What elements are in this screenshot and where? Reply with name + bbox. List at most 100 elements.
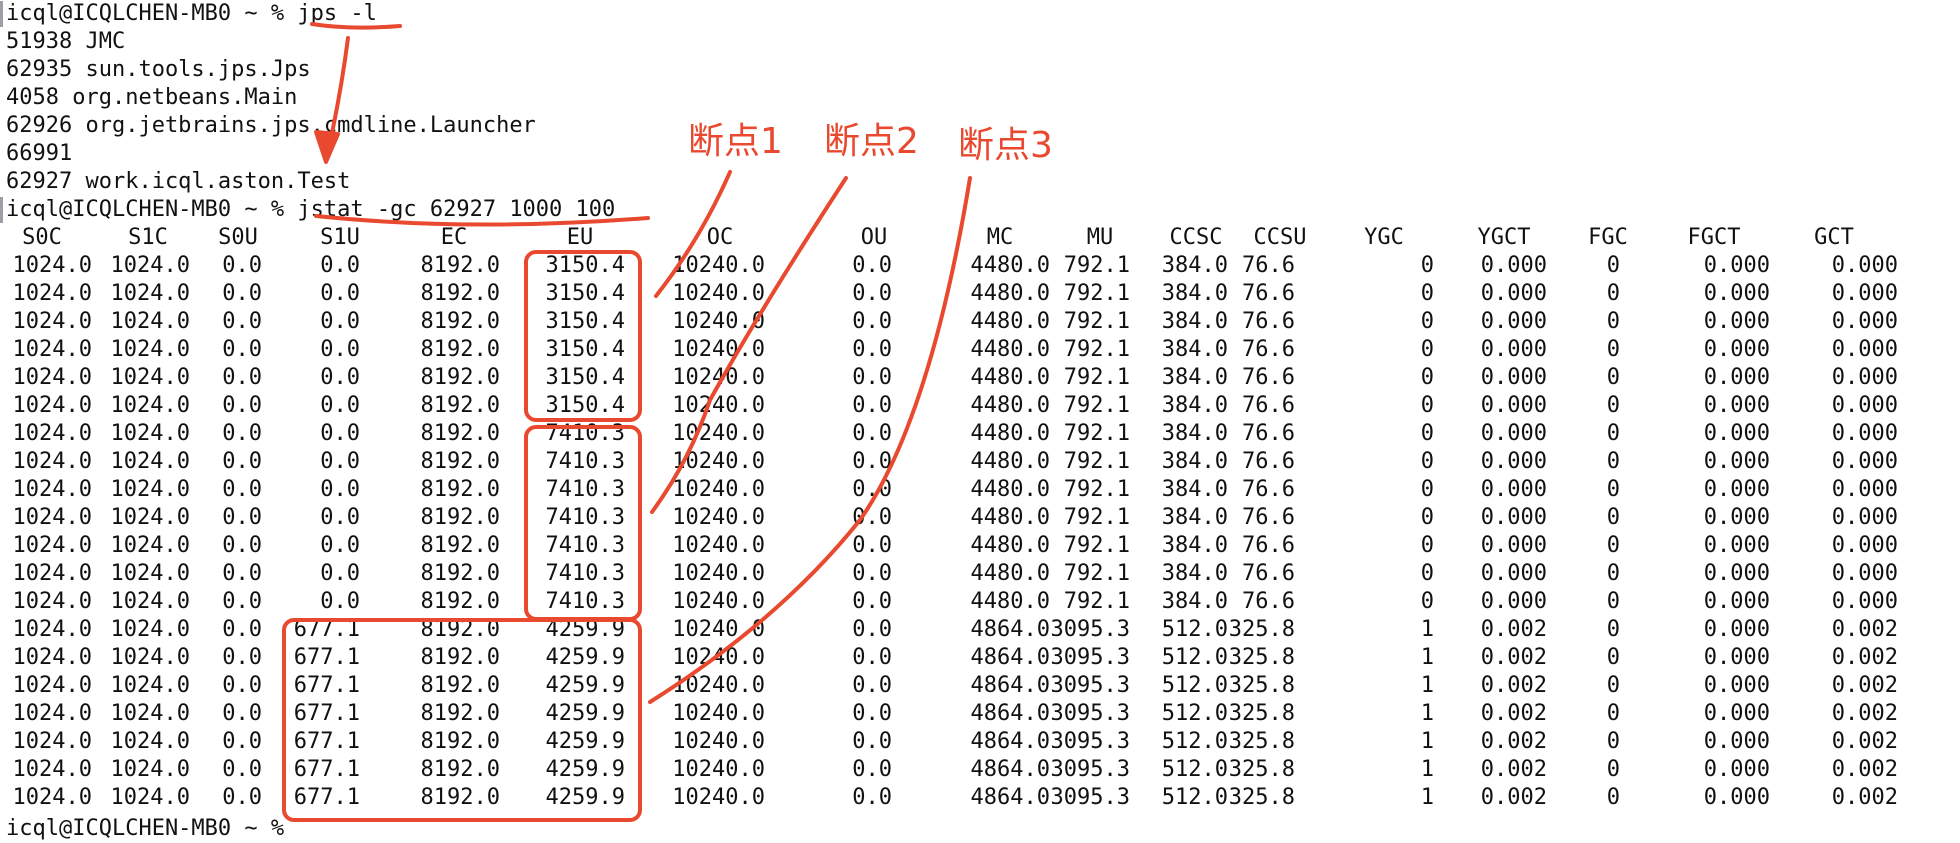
- table-cell: 1024.0: [12, 673, 92, 698]
- table-cell: 10240.0: [672, 673, 765, 698]
- table-cell: 0.0: [222, 449, 262, 474]
- table-cell: 0.002: [1831, 729, 1898, 754]
- column-header-ygct: YGCT: [1477, 225, 1531, 250]
- table-cell: 792.1: [1063, 449, 1130, 474]
- table-cell: 1024.0: [12, 533, 92, 558]
- table-cell: 0.0: [222, 757, 262, 782]
- table-cell: 0.000: [1831, 281, 1898, 306]
- table-cell: 0.0: [320, 533, 360, 558]
- table-cell: 76.6: [1242, 477, 1295, 502]
- table-cell: 384.0: [1161, 337, 1228, 362]
- table-cell: 76.6: [1242, 393, 1295, 418]
- table-cell: 0.0: [320, 589, 360, 614]
- table-cell: 0: [1606, 729, 1620, 754]
- table-cell: 0.000: [1703, 561, 1770, 586]
- table-cell: 0.0: [222, 477, 262, 502]
- table-cell: 0.0: [852, 281, 892, 306]
- table-cell: 4480.0: [970, 533, 1050, 558]
- table-cell: 677.1: [293, 645, 360, 670]
- table-cell: 512.0: [1161, 701, 1228, 726]
- output-line: 4058 org.netbeans.Main: [6, 85, 298, 110]
- table-cell: 0.002: [1480, 701, 1547, 726]
- table-cell: 512.0: [1161, 785, 1228, 810]
- table-cell: 1024.0: [110, 785, 190, 810]
- table-cell: 4864.0: [970, 617, 1050, 642]
- column-header-eu: EU: [566, 225, 594, 250]
- table-cell: 792.1: [1063, 533, 1130, 558]
- table-cell: 1024.0: [12, 421, 92, 446]
- table-cell: 325.8: [1228, 673, 1295, 698]
- table-cell: 325.8: [1228, 645, 1295, 670]
- table-cell: 0.0: [222, 561, 262, 586]
- table-cell: 792.1: [1063, 421, 1130, 446]
- table-cell: 0: [1606, 757, 1620, 782]
- table-cell: 10240.0: [672, 393, 765, 418]
- table-cell: 10240.0: [672, 645, 765, 670]
- table-cell: 76.6: [1242, 421, 1295, 446]
- table-cell: 8192.0: [420, 785, 500, 810]
- table-cell: 7410.3: [545, 421, 625, 446]
- table-cell: 0.000: [1703, 477, 1770, 502]
- table-cell: 8192.0: [420, 505, 500, 530]
- table-cell: 0.000: [1831, 393, 1898, 418]
- table-cell: 677.1: [293, 673, 360, 698]
- table-cell: 1: [1420, 645, 1434, 670]
- table-cell: 8192.0: [420, 757, 500, 782]
- table-cell: 3150.4: [545, 309, 625, 334]
- table-cell: 0.0: [852, 253, 892, 278]
- table-cell: 0.0: [222, 281, 262, 306]
- table-cell: 0.000: [1703, 421, 1770, 446]
- table-cell: 384.0: [1161, 421, 1228, 446]
- table-cell: 4480.0: [970, 365, 1050, 390]
- table-cell: 792.1: [1063, 365, 1130, 390]
- table-cell: 1024.0: [110, 421, 190, 446]
- table-cell: 10240.0: [672, 561, 765, 586]
- table-cell: 8192.0: [420, 645, 500, 670]
- table-cell: 384.0: [1161, 365, 1228, 390]
- table-cell: 10240.0: [672, 449, 765, 474]
- table-cell: 0.0: [222, 617, 262, 642]
- table-cell: 3150.4: [545, 337, 625, 362]
- table-cell: 4480.0: [970, 505, 1050, 530]
- table-cell: 0.002: [1480, 617, 1547, 642]
- table-cell: 3150.4: [545, 365, 625, 390]
- table-cell: 384.0: [1161, 505, 1228, 530]
- table-cell: 0: [1606, 561, 1620, 586]
- table-cell: 384.0: [1161, 561, 1228, 586]
- table-cell: 0: [1420, 393, 1434, 418]
- output-line: 51938 JMC: [6, 29, 126, 54]
- table-cell: 0.000: [1480, 533, 1547, 558]
- table-cell: 0: [1420, 505, 1434, 530]
- column-header-s0c: S0C: [22, 225, 62, 250]
- prompt-marker: [0, 197, 3, 223]
- table-cell: 0: [1606, 309, 1620, 334]
- table-cell: 0.000: [1703, 701, 1770, 726]
- table-cell: 512.0: [1161, 757, 1228, 782]
- table-cell: 1024.0: [110, 645, 190, 670]
- table-cell: 512.0: [1161, 673, 1228, 698]
- table-cell: 10240.0: [672, 785, 765, 810]
- column-header-oc: OC: [706, 225, 734, 250]
- table-cell: 384.0: [1161, 449, 1228, 474]
- table-cell: 1024.0: [12, 337, 92, 362]
- column-header-ou: OU: [860, 225, 888, 250]
- table-cell: 677.1: [293, 785, 360, 810]
- table-cell: 10240.0: [672, 701, 765, 726]
- table-cell: 0.0: [320, 393, 360, 418]
- table-cell: 1024.0: [110, 617, 190, 642]
- table-cell: 0.0: [222, 253, 262, 278]
- table-cell: 1024.0: [110, 729, 190, 754]
- table-cell: 0: [1606, 645, 1620, 670]
- table-cell: 0.000: [1831, 309, 1898, 334]
- table-cell: 0.002: [1831, 617, 1898, 642]
- table-cell: 3150.4: [545, 393, 625, 418]
- table-cell: 3095.3: [1050, 617, 1130, 642]
- table-cell: 7410.3: [545, 477, 625, 502]
- table-cell: 1024.0: [110, 393, 190, 418]
- table-cell: 10240.0: [672, 337, 765, 362]
- table-cell: 10240.0: [672, 617, 765, 642]
- table-cell: 0.0: [320, 365, 360, 390]
- table-cell: 8192.0: [420, 729, 500, 754]
- output-line: 62935 sun.tools.jps.Jps: [6, 57, 311, 82]
- table-cell: 0.000: [1703, 617, 1770, 642]
